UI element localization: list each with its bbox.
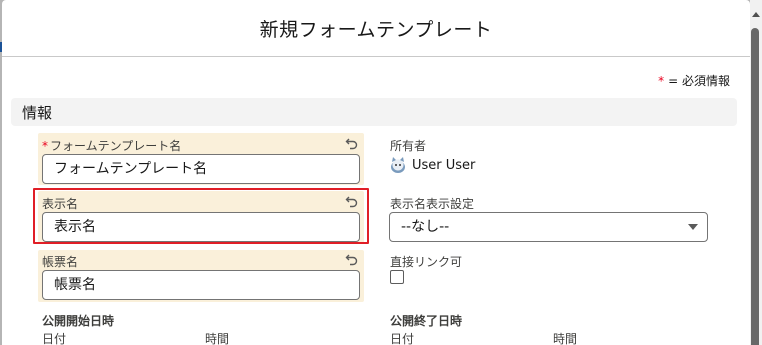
display-name-input[interactable]: 表示名 [42, 212, 360, 242]
required-info-note: * = 必須情報 [658, 72, 730, 89]
section-title: 情報 [22, 103, 53, 122]
required-mark: * [42, 139, 48, 153]
display-name-label: 表示名 [42, 197, 79, 211]
owner-value[interactable]: User User [390, 156, 475, 174]
undo-icon[interactable] [345, 252, 359, 266]
scroll-up-arrow-icon[interactable] [752, 12, 760, 17]
required-star: * [658, 74, 665, 88]
display-name-setting-select[interactable]: --なし-- [389, 212, 708, 242]
display-name-setting-label: 表示名表示設定 [390, 197, 475, 211]
publish-start-time-label: 時間 [205, 332, 230, 345]
direct-link-checkbox[interactable] [390, 270, 404, 284]
form-template-name-label: * フォームテンプレート名 [42, 137, 181, 154]
chevron-down-icon [688, 224, 698, 230]
user-avatar-icon [391, 157, 405, 173]
form-template-name-label-text: フォームテンプレート名 [50, 139, 182, 153]
form-template-name-input[interactable]: フォームテンプレート名 [42, 154, 360, 184]
undo-icon[interactable] [345, 194, 359, 208]
publish-end-label: 公開終了日時 [390, 314, 463, 328]
publish-start-label: 公開開始日時 [42, 314, 115, 328]
publish-start-date-label: 日付 [42, 332, 67, 345]
section-header-info[interactable]: 情報 [11, 98, 737, 126]
new-form-template-modal: 新規フォームテンプレート * = 必須情報 情報 * フォームテンプレート名 フォー… [2, 0, 750, 345]
modal-header: 新規フォームテンプレート [2, 0, 750, 57]
scrollbar-thumb[interactable] [751, 28, 759, 345]
display-name-setting-value: --なし-- [401, 219, 450, 235]
publish-end-time-label: 時間 [553, 332, 578, 345]
direct-link-label: 直接リンク可 [390, 255, 463, 269]
required-note-text: = 必須情報 [668, 74, 730, 88]
form-name-input[interactable]: 帳票名 [42, 270, 360, 300]
owner-name: User User [412, 157, 476, 173]
modal-title: 新規フォームテンプレート [259, 18, 493, 41]
undo-icon[interactable] [345, 136, 359, 150]
owner-label: 所有者 [390, 139, 427, 153]
scrollbar[interactable] [750, 0, 762, 345]
form-name-label: 帳票名 [42, 255, 79, 269]
publish-end-date-label: 日付 [390, 332, 415, 345]
